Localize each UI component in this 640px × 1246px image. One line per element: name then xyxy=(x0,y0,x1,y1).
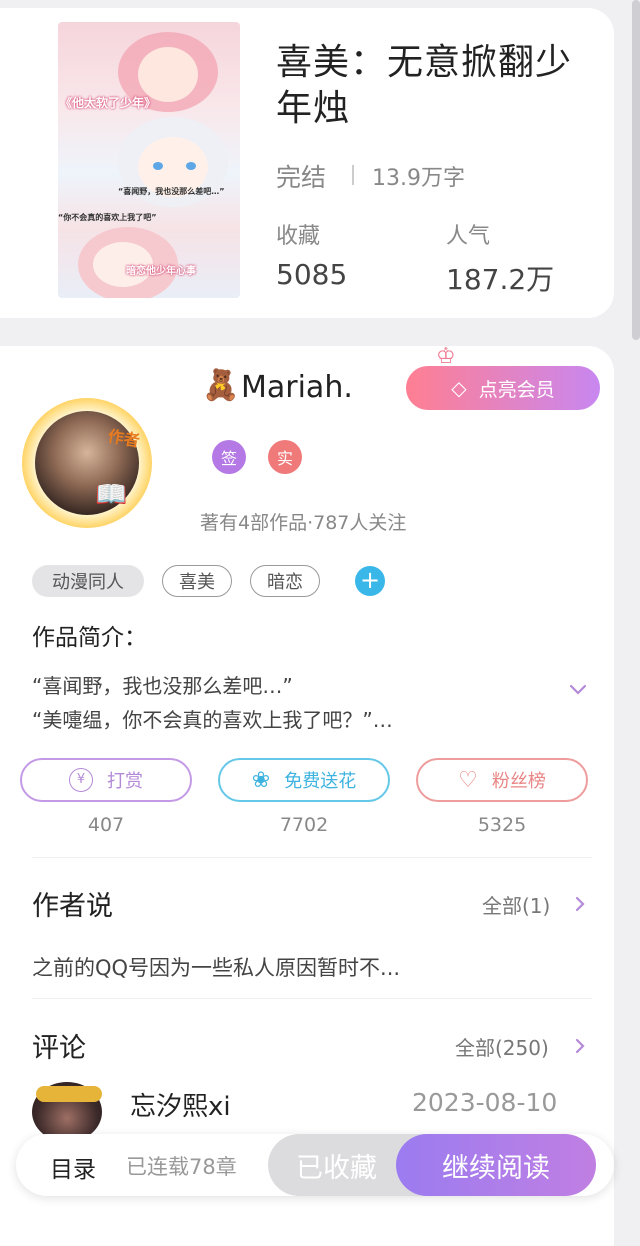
user-heart-icon: ♡ xyxy=(458,767,478,793)
book-icon: 📖 xyxy=(95,480,128,510)
intro-text: “喜闻野，我也没那么差吧…” xyxy=(32,674,293,698)
chevron-down-icon[interactable] xyxy=(568,680,588,700)
send-flower-button-label: 免费送花 xyxy=(284,771,357,792)
fans-ranking-button[interactable]: ♡ 粉丝榜 xyxy=(416,758,588,802)
status-divider xyxy=(352,165,354,185)
popularity-label: 人气 xyxy=(446,224,491,249)
collected-button-label: 已收藏 xyxy=(296,1152,377,1184)
author-says-title: 作者说 xyxy=(32,891,113,922)
continue-reading-button[interactable]: 继续阅读 xyxy=(396,1134,596,1196)
comment-date: 2023-08-10 xyxy=(412,1088,558,1117)
diamond-icon: ◇ xyxy=(451,376,467,400)
favorites-value: 5085 xyxy=(276,258,348,291)
cover-text: “你不会真的喜欢上我了吧” xyxy=(58,213,157,222)
chevron-right-icon[interactable] xyxy=(572,896,588,912)
chevron-right-icon[interactable] xyxy=(572,1038,588,1054)
author-name[interactable]: Mariah. xyxy=(241,370,353,405)
tip-button[interactable]: ¥ 打赏 xyxy=(20,758,192,802)
flower-icon: ❀ xyxy=(251,767,271,793)
bear-icon: 🧸 xyxy=(202,368,240,403)
author-says-all-link[interactable]: 全部(1) xyxy=(482,890,550,919)
flower-count: 7702 xyxy=(279,814,329,836)
favorites-label: 收藏 xyxy=(276,224,321,249)
book-status: 完结 xyxy=(276,163,327,192)
cover-text: 暗恋他少年心事 xyxy=(126,266,196,277)
intro-title: 作品简介： xyxy=(32,625,147,651)
add-tag-icon[interactable]: + xyxy=(355,566,385,596)
continue-reading-label: 继续阅读 xyxy=(442,1152,550,1184)
commenter-name[interactable]: 忘汐熙xi xyxy=(130,1086,231,1123)
divider xyxy=(32,857,592,858)
tip-button-label: 打赏 xyxy=(107,771,143,792)
tag-crush[interactable]: 暗恋 xyxy=(250,565,320,597)
comments-title: 评论 xyxy=(32,1033,86,1064)
intro-text: “美嚏缊，你不会真的喜欢上我了吧？”… xyxy=(32,708,393,732)
vip-button[interactable]: ◇ 点亮会员 xyxy=(406,366,600,410)
cover-text: 《他太软了少年》 xyxy=(60,96,157,110)
fans-ranking-button-label: 粉丝榜 xyxy=(491,771,546,792)
comments-all-link[interactable]: 全部(250) xyxy=(455,1032,549,1061)
author-stats: 著有4部作品·787人关注 xyxy=(200,512,407,534)
book-cover-image[interactable]: 《他太软了少年》 “喜闻野，我也没那么差吧…” “你不会真的喜欢上我了吧” 暗恋… xyxy=(58,22,240,298)
table-of-contents-button[interactable]: 目录 xyxy=(50,1150,96,1184)
commenter-badge xyxy=(36,1086,102,1102)
send-flower-button[interactable]: ❀ 免费送花 xyxy=(218,758,390,802)
book-title: 喜美：无意掀翻少年烛 xyxy=(276,42,573,129)
scroll-indicator[interactable] xyxy=(632,0,640,340)
popularity-value: 187.2万 xyxy=(446,263,555,296)
chapter-count: 已连载78章 xyxy=(126,1155,237,1179)
verified-badge[interactable]: 实 xyxy=(268,440,302,474)
cover-text: “喜闻野，我也没那么差吧…” xyxy=(118,187,225,196)
author-says-text[interactable]: 之前的QQ号因为一些私人原因暂时不... xyxy=(32,952,400,982)
book-word-count: 13.9万字 xyxy=(372,166,465,191)
vip-button-label: 点亮会员 xyxy=(478,378,555,401)
tag-anime-fanfic[interactable]: 动漫同人 xyxy=(32,565,144,597)
fans-count: 5325 xyxy=(477,814,527,836)
divider xyxy=(32,998,592,999)
tip-count: 407 xyxy=(87,814,125,836)
signed-badge[interactable]: 签 xyxy=(212,440,246,474)
yen-icon: ¥ xyxy=(69,768,93,792)
tag-ship[interactable]: 喜美 xyxy=(162,565,232,597)
